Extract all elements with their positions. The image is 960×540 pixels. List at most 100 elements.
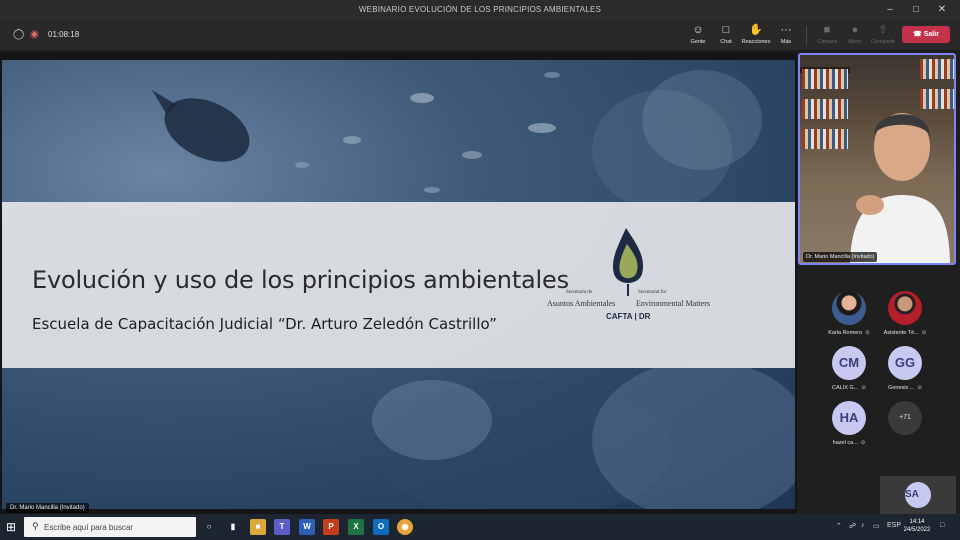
participant-name: CALIX G... ⊘ — [832, 385, 866, 391]
leave-button[interactable]: ☎ Salir — [902, 26, 950, 43]
share-button[interactable]: ⇧ Compartir — [868, 24, 898, 45]
books — [802, 129, 848, 149]
taskbar-search-box[interactable]: ⚲ Escribe aquí para buscar — [24, 517, 196, 537]
leave-label: Salir — [923, 31, 939, 38]
excel-icon[interactable]: X — [348, 519, 364, 535]
participant-name: hazel ca... ⊘ — [832, 440, 866, 446]
battery-icon[interactable]: ▭ — [873, 522, 880, 530]
mic-label: Micro — [848, 39, 862, 45]
participant-tile[interactable]: Asistente Té... ⊘ — [875, 291, 935, 336]
title-band: Evolución y uso de los principios ambien… — [2, 202, 795, 368]
share-label: Compartir — [870, 39, 896, 45]
logo-text-es-2: Asuntos Ambientales — [547, 299, 616, 308]
avatar: GG — [888, 346, 922, 380]
teams-meeting-window: WEBINARIO EVOLUCIÓN DE LOS PRINCIPIOS AM… — [0, 0, 960, 540]
clock-date: 24/5/2022 — [903, 527, 931, 533]
chat-icon: □ — [722, 24, 730, 36]
chevron-up-icon[interactable]: ⌃ — [836, 522, 842, 530]
avatar: CM — [832, 346, 866, 380]
speaker-name-tag: Dr. Mario Mancilla (Invitado) — [803, 252, 878, 262]
mic-muted-icon: ⊘ — [865, 330, 870, 336]
mic-icon: ● — [851, 24, 859, 36]
language-indicator[interactable]: ESP — [887, 522, 901, 529]
participant-name: Genesis ... ⊘ — [888, 385, 922, 391]
reactions-button[interactable]: ✋ Reacciones — [741, 24, 771, 45]
more-participants-count: +71 — [888, 401, 922, 435]
chrome-icon[interactable]: ◉ — [397, 519, 413, 535]
speaker-icon[interactable]: ♪ — [861, 522, 865, 529]
meeting-timer: 01:08:18 — [48, 30, 80, 39]
logo-text-es-1: Secretaría de — [566, 290, 592, 295]
share-icon: ⇧ — [878, 24, 888, 36]
chat-button[interactable]: □ Chat — [711, 24, 741, 45]
cortana-icon[interactable]: ○ — [201, 519, 217, 535]
camera-button[interactable]: ■ Cámara — [812, 24, 842, 45]
title-bar: WEBINARIO EVOLUCIÓN DE LOS PRINCIPIOS AM… — [0, 0, 960, 20]
people-label: Gente — [690, 39, 706, 45]
self-video-tile[interactable]: SA — [880, 476, 956, 514]
chat-label: Chat — [720, 39, 732, 45]
mic-muted-icon: ⊘ — [917, 385, 922, 391]
close-icon[interactable]: ✕ — [930, 2, 954, 18]
more-label: Más — [780, 39, 792, 45]
shield-icon[interactable]: ◯ — [13, 28, 24, 42]
participant-tile[interactable]: HA hazel ca... ⊘ — [819, 401, 879, 446]
avatar — [888, 291, 922, 325]
windows-start-icon[interactable]: ⊞ — [6, 520, 20, 534]
participant-tile[interactable]: GG Genesis ... ⊘ — [875, 346, 935, 391]
people-button[interactable]: ☺ Gente — [683, 24, 713, 45]
cafta-dr-logo: Secretaría de Asuntos Ambientales Secret… — [542, 224, 722, 344]
active-speaker-video[interactable]: Dr. Mario Mancilla (Invitado) — [798, 53, 956, 265]
speaker-figure — [850, 113, 950, 263]
books — [920, 59, 954, 79]
mic-muted-icon: ⊘ — [861, 385, 866, 391]
self-avatar: SA — [905, 482, 931, 508]
logo-text-en-1: Secretariat for — [638, 290, 667, 295]
search-icon: ⚲ — [32, 521, 39, 531]
logo-text-en-2: Environmental Matters — [636, 299, 710, 308]
maximize-icon[interactable]: □ — [904, 2, 928, 18]
word-icon[interactable]: W — [299, 519, 315, 535]
books — [802, 69, 848, 89]
participant-tile[interactable]: CM CALIX G... ⊘ — [819, 346, 879, 391]
participants-panel: Dr. Mario Mancilla (Invitado) Karla Rome… — [797, 52, 960, 514]
reactions-icon: ✋ — [749, 24, 763, 36]
window-title: WEBINARIO EVOLUCIÓN DE LOS PRINCIPIOS AM… — [358, 5, 602, 14]
camera-icon: ■ — [823, 24, 831, 36]
outlook-icon[interactable]: O — [373, 519, 389, 535]
clock-time: 14:14 — [909, 519, 925, 525]
shared-screen-stage: Evolución y uso de los principios ambien… — [0, 52, 797, 514]
more-button[interactable]: ··· Más — [771, 24, 801, 45]
camera-label: Cámara — [817, 39, 837, 45]
meeting-control-bar: ◯ ◉ 01:08:18 ☺ Gente □ Chat ✋ Reacciones… — [0, 20, 960, 51]
participant-name: Karla Romero ⊘ — [828, 330, 870, 336]
reactions-label: Reacciones — [741, 39, 771, 45]
avatar — [832, 291, 866, 325]
more-participants-button[interactable]: +71 — [875, 401, 935, 435]
phone-hangup-icon: ☎ — [913, 31, 922, 38]
mic-muted-icon: ⊘ — [860, 440, 866, 446]
file-explorer-icon[interactable]: ■ — [250, 519, 266, 535]
mic-button[interactable]: ● Micro — [840, 24, 870, 45]
network-icon[interactable]: ☍ — [849, 522, 856, 530]
avatar: HA — [832, 401, 866, 435]
presentation-slide: Evolución y uso de los principios ambien… — [2, 60, 795, 509]
presenter-name-tag: Dr. Mario Mancilla (Invitado) — [6, 503, 89, 513]
participant-name: Asistente Té... ⊘ — [883, 330, 927, 336]
teams-icon[interactable]: T — [274, 519, 290, 535]
search-placeholder: Escribe aquí para buscar — [44, 523, 133, 532]
mic-muted-icon: ⊘ — [921, 330, 927, 336]
windows-taskbar: ⊞ ⚲ Escribe aquí para buscar ○ ▮ ■ T W P… — [0, 514, 960, 540]
logo-footer: CAFTA | DR — [606, 312, 651, 321]
notifications-icon[interactable]: □ — [940, 522, 944, 529]
task-view-icon[interactable]: ▮ — [225, 519, 241, 535]
powerpoint-icon[interactable]: P — [323, 519, 339, 535]
toolbar-divider — [806, 26, 807, 45]
taskbar-clock[interactable]: 14:14 24/5/2022 — [902, 518, 932, 534]
minimize-icon[interactable]: – — [878, 2, 902, 18]
participant-tile[interactable]: Karla Romero ⊘ — [819, 291, 879, 336]
people-icon: ☺ — [692, 24, 704, 36]
slide-title: Evolución y uso de los principios ambien… — [32, 266, 569, 294]
slide-subtitle: Escuela de Capacitación Judicial “Dr. Ar… — [32, 315, 497, 333]
recording-icon: ◉ — [30, 29, 39, 40]
